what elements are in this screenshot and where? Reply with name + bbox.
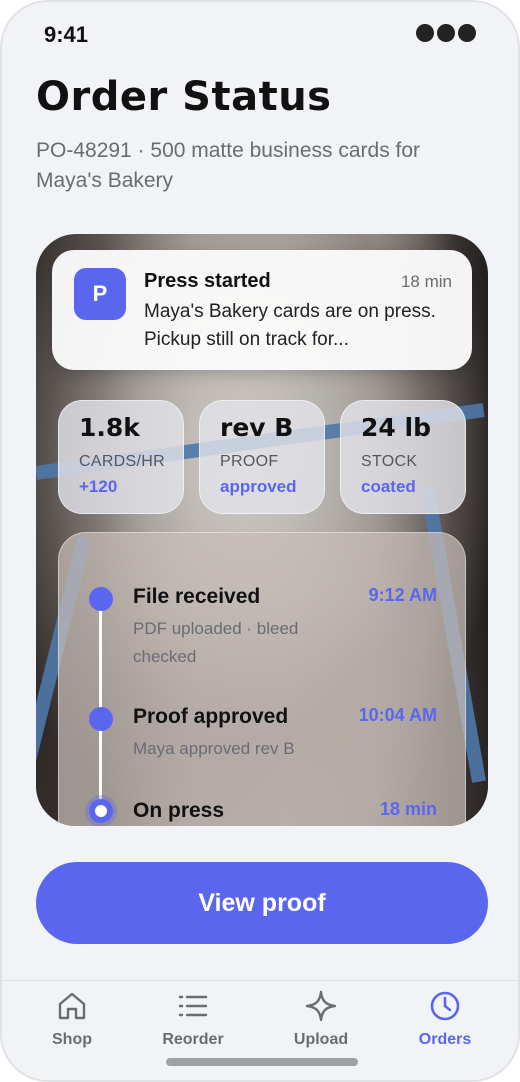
tab-reorder[interactable]: Reorder bbox=[133, 989, 253, 1059]
notification-title: Press started bbox=[144, 270, 271, 292]
timeline-step-title: Proof approved bbox=[133, 705, 289, 728]
timeline-step-time: 10:04 AM bbox=[358, 705, 437, 725]
stat-label: PROOF bbox=[220, 453, 279, 470]
tab-label: Upload bbox=[293, 1031, 349, 1048]
stat-card-proof: rev B PROOF approved bbox=[199, 400, 325, 514]
timeline-step-subtitle: PDF uploaded · bleed checked bbox=[133, 619, 299, 666]
status-time: 9:41 bbox=[44, 22, 89, 47]
order-timeline[interactable]: File received 9:12 AM PDF uploaded · ble… bbox=[58, 532, 466, 826]
notification-time: 18 min bbox=[400, 272, 452, 291]
stat-delta: coated bbox=[361, 477, 416, 496]
timeline-dot bbox=[89, 587, 113, 611]
clock-icon bbox=[430, 991, 460, 1021]
more-icon[interactable] bbox=[416, 24, 476, 42]
timeline-step-time: 9:12 AM bbox=[368, 585, 437, 605]
timeline-step-subtitle: Maya approved rev B bbox=[133, 739, 295, 758]
tab-label: Orders bbox=[418, 1031, 472, 1048]
stat-card-cards-per-hour: 1.8k CARDS/HR +120 bbox=[58, 400, 184, 514]
timeline-dot-current bbox=[89, 799, 113, 823]
stat-label: CARDS/HR bbox=[79, 453, 165, 470]
stat-delta: +120 bbox=[79, 477, 118, 496]
stat-value: 24 lb bbox=[361, 413, 431, 442]
sparkle-icon bbox=[305, 990, 337, 1022]
order-hero-card: P Press started 18 min Maya's Bakery car… bbox=[36, 234, 488, 826]
notification-body: Maya's Bakery cards are on press. Pickup… bbox=[144, 301, 436, 350]
tab-orders[interactable]: Orders bbox=[385, 989, 505, 1059]
timeline-step-title: On press bbox=[133, 799, 225, 822]
page-title: Order Status bbox=[36, 74, 332, 120]
stat-value: rev B bbox=[220, 413, 294, 442]
tab-upload[interactable]: Upload bbox=[261, 989, 381, 1059]
tab-shop[interactable]: Shop bbox=[12, 989, 132, 1059]
tab-label: Reorder bbox=[162, 1031, 224, 1048]
list-icon bbox=[178, 995, 208, 1017]
status-bar: 9:41 bbox=[2, 2, 518, 66]
timeline-step-title: File received bbox=[133, 585, 261, 608]
tab-bar: Shop Reorder Upload Orders bbox=[2, 980, 518, 1080]
home-icon bbox=[58, 992, 86, 1020]
tab-label: Shop bbox=[52, 1031, 92, 1048]
home-indicator[interactable] bbox=[166, 1058, 358, 1066]
timeline-dot bbox=[89, 707, 113, 731]
phone-frame: 9:41 Order Status PO-48291 · 500 matte b… bbox=[0, 0, 520, 1082]
timeline-step-time: 18 min bbox=[379, 799, 437, 819]
stat-label: STOCK bbox=[361, 453, 418, 470]
app-icon: P bbox=[74, 268, 126, 320]
stat-card-stock: 24 lb STOCK coated bbox=[340, 400, 466, 514]
view-proof-button[interactable]: View proof bbox=[36, 862, 488, 944]
timeline-rail bbox=[99, 601, 102, 811]
notification-banner[interactable]: P Press started 18 min Maya's Bakery car… bbox=[52, 250, 472, 370]
stat-value: 1.8k bbox=[79, 413, 140, 442]
stat-delta: approved bbox=[220, 477, 297, 496]
page-subtitle: PO-48291 · 500 matte business cards for … bbox=[36, 139, 421, 192]
